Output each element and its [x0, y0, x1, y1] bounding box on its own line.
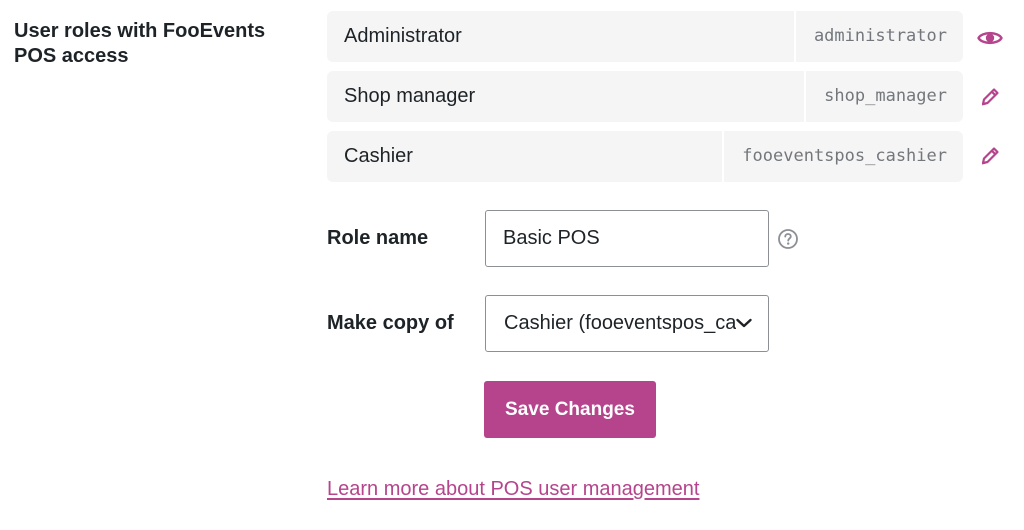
make-copy-label: Make copy of	[327, 312, 454, 334]
learn-more-link[interactable]: Learn more about POS user management	[327, 478, 699, 501]
role-row-administrator: Administrator administrator	[327, 11, 963, 62]
save-changes-button[interactable]: Save Changes	[484, 381, 656, 438]
role-name: Administrator	[344, 25, 462, 47]
role-slug: administrator	[793, 11, 963, 62]
chevron-down-icon	[735, 316, 753, 330]
eye-icon[interactable]	[975, 23, 1005, 53]
role-slug: shop_manager	[804, 71, 963, 122]
question-circle-icon[interactable]	[777, 228, 799, 250]
select-value: Cashier (fooeventspos_cashier)	[504, 312, 736, 334]
role-name-label: Role name	[327, 227, 429, 249]
section-label: User roles with FooEvents POS access	[14, 20, 266, 67]
role-name: Cashier	[344, 145, 413, 167]
role-name: Shop manager	[344, 85, 476, 107]
pos-access-settings: User roles with FooEvents POS access Adm…	[0, 0, 1024, 530]
role-row-shop-manager: Shop manager shop_manager	[327, 71, 963, 122]
make-copy-select[interactable]: Cashier (fooeventspos_cashier)	[485, 295, 769, 352]
pencil-icon[interactable]	[975, 82, 1005, 112]
role-name-input[interactable]	[485, 210, 769, 267]
pencil-icon[interactable]	[975, 141, 1005, 171]
role-row-cashier: Cashier fooeventspos_cashier	[327, 131, 963, 182]
role-slug: fooeventspos_cashier	[722, 131, 963, 182]
